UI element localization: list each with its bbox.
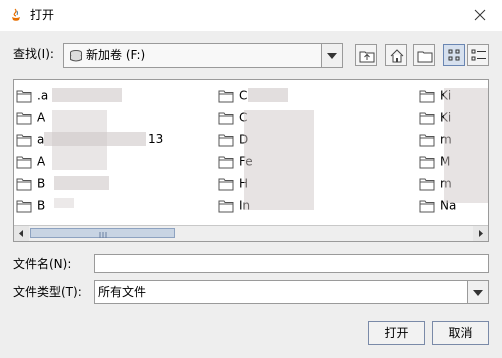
folder-icon [419, 134, 435, 146]
details-view-icon [471, 49, 486, 61]
list-item[interactable]: C [218, 108, 247, 126]
grip-icon [99, 232, 107, 238]
scroll-right-button[interactable] [473, 226, 488, 241]
title-bar: 打开 [0, 0, 502, 31]
drive-icon [69, 49, 83, 63]
privacy-mosaic [54, 176, 109, 190]
cancel-button[interactable]: 取消 [432, 321, 489, 345]
folder-icon [218, 200, 234, 212]
folder-icon [16, 134, 32, 146]
horizontal-scrollbar[interactable] [14, 225, 488, 241]
file-name-input[interactable] [94, 254, 489, 273]
privacy-mosaic [54, 198, 74, 208]
java-app-icon [9, 8, 23, 22]
file-type-label: 文件类型(T): [13, 285, 82, 299]
folder-icon [16, 178, 32, 190]
up-one-level-icon [359, 51, 375, 63]
details-view-button[interactable] [467, 44, 489, 66]
privacy-mosaic [44, 132, 146, 146]
folder-icon [16, 112, 32, 124]
file-name: B [37, 176, 46, 191]
list-item[interactable]: .a [16, 86, 48, 104]
folder-icon [218, 156, 234, 168]
list-item[interactable]: B [16, 174, 45, 192]
close-window-button[interactable] [458, 0, 502, 31]
folder-icon [419, 156, 435, 168]
up-one-level-button[interactable] [355, 44, 377, 66]
window-title: 打开 [30, 8, 55, 22]
file-type-value: 所有文件 [98, 285, 147, 299]
file-name: A [37, 110, 46, 125]
folder-icon [218, 90, 234, 102]
folder-icon [16, 90, 32, 102]
home-icon [390, 49, 404, 63]
file-name-suffix: 13 [148, 132, 164, 146]
file-name: A [37, 154, 46, 169]
new-folder-button[interactable] [413, 44, 435, 66]
file-type-combo[interactable]: 所有文件 [94, 280, 489, 304]
chevron-down-icon[interactable] [467, 281, 488, 303]
folder-icon [419, 200, 435, 212]
file-name: B [37, 198, 46, 213]
file-name: .a [37, 88, 49, 103]
folder-icon [218, 134, 234, 146]
privacy-mosaic [244, 110, 314, 210]
folder-icon [419, 90, 435, 102]
folder-icon [16, 156, 32, 168]
file-name-label: 文件名(N): [13, 257, 72, 271]
scroll-left-button[interactable] [14, 226, 29, 241]
list-item[interactable]: a [16, 130, 44, 148]
open-button[interactable]: 打开 [368, 321, 425, 345]
list-item[interactable]: A [16, 152, 45, 170]
folder-icon [419, 178, 435, 190]
folder-icon [218, 112, 234, 124]
home-button[interactable] [385, 44, 407, 66]
arrow-left-icon [19, 230, 23, 237]
look-in-combo[interactable]: 新加卷 (F:) [63, 43, 343, 68]
list-view-icon [448, 49, 460, 61]
list-item[interactable]: B [16, 196, 45, 214]
new-folder-icon [417, 51, 433, 63]
folder-icon [218, 178, 234, 190]
list-item[interactable]: A [16, 108, 45, 126]
arrow-right-icon [479, 230, 483, 237]
folder-icon [419, 112, 435, 124]
folder-icon [16, 200, 32, 212]
file-name: C [239, 88, 248, 103]
scrollbar-thumb[interactable] [30, 228, 175, 238]
look-in-label: 查找(I): [13, 47, 54, 61]
list-view-button[interactable] [443, 44, 465, 66]
privacy-mosaic [52, 88, 122, 102]
chevron-down-icon[interactable] [321, 44, 342, 67]
list-item[interactable]: C [218, 86, 247, 104]
file-list[interactable]: .a A a 13 A B B C C D Fe H In Ki Ki m M [13, 79, 489, 242]
privacy-mosaic [248, 88, 288, 102]
look-in-value: 新加卷 (F:) [86, 48, 146, 62]
privacy-mosaic [444, 88, 488, 203]
